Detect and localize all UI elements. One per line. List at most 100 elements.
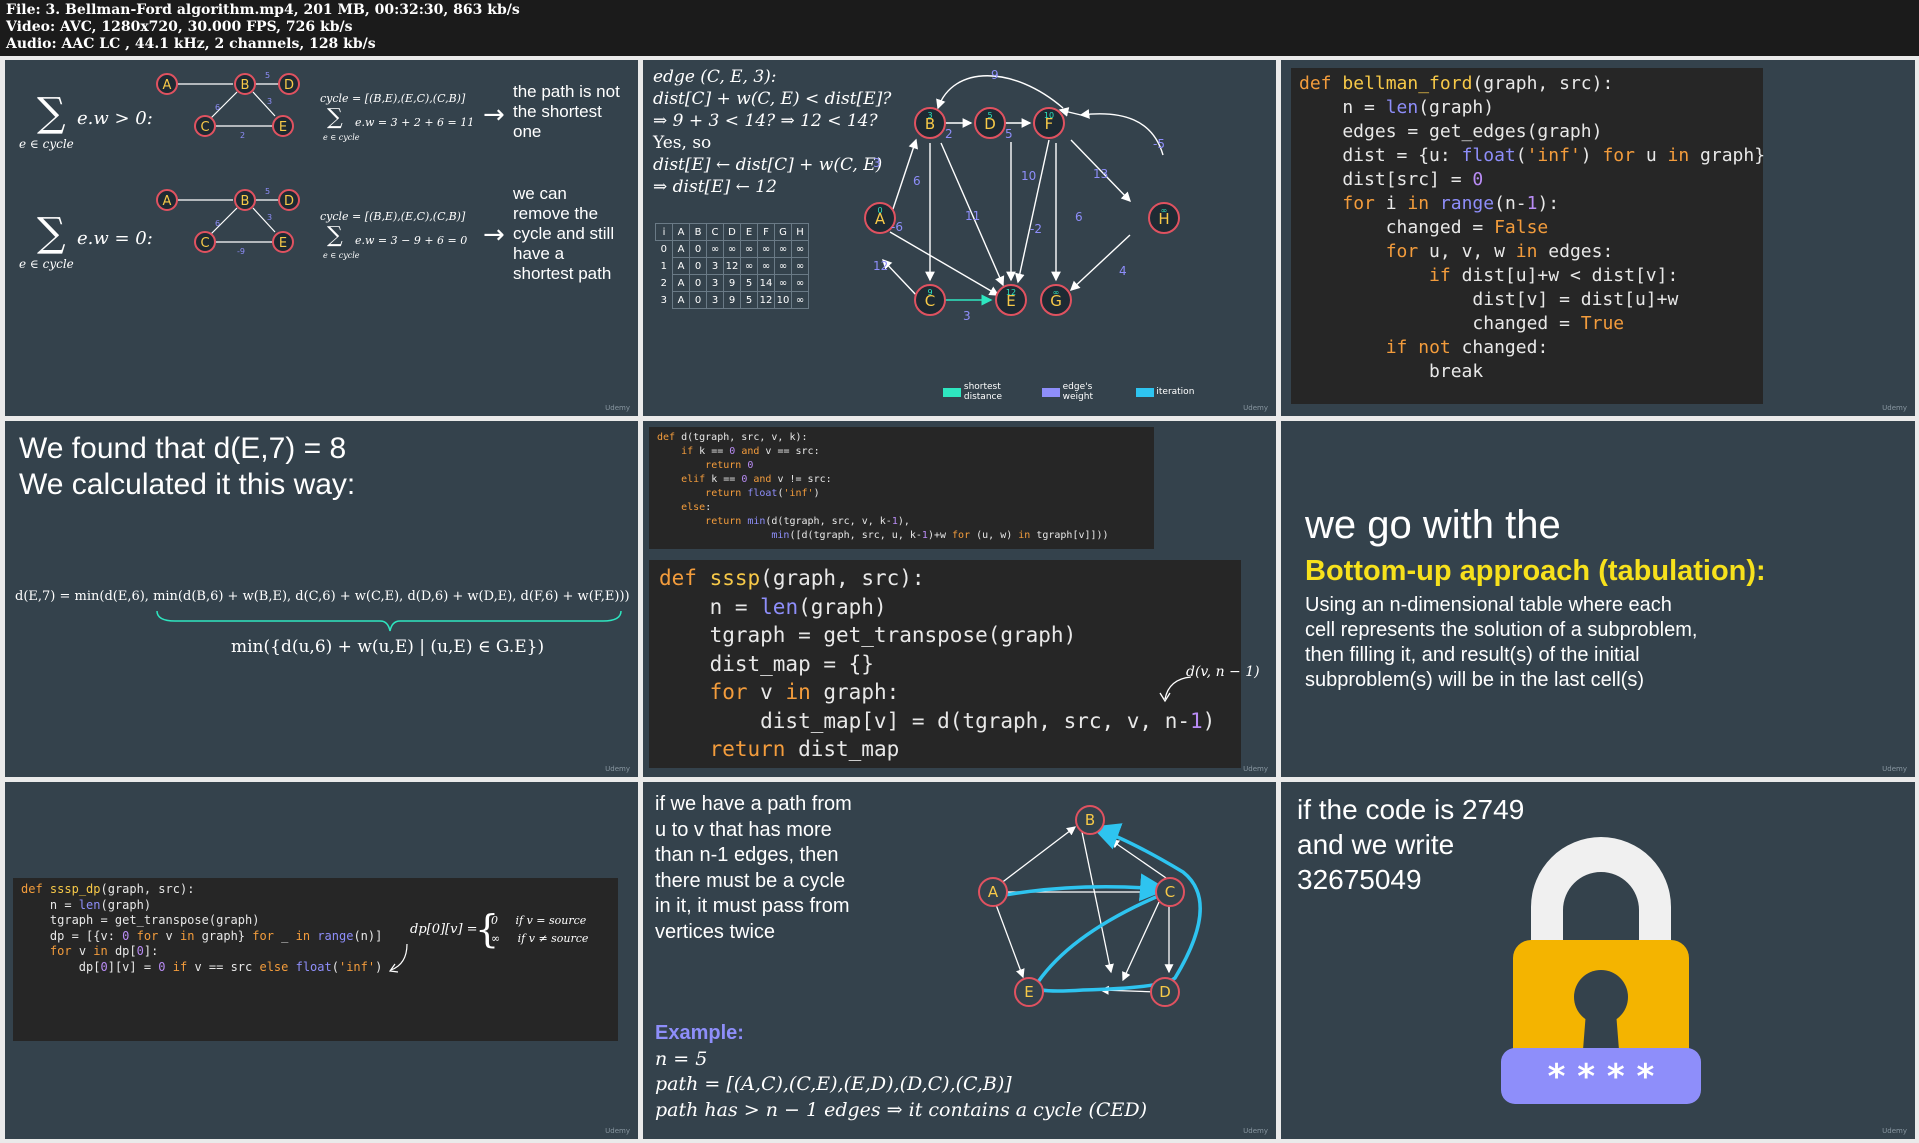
code-line: dist_map[v] = d(tgraph, src, v, n-1) [659, 708, 1216, 733]
table-header-cell: D [723, 223, 741, 241]
legend-swatch-iteration [1135, 387, 1154, 397]
table-cell: ∞ [740, 257, 758, 275]
padlock-icon: * * * * [1501, 837, 1701, 1104]
recursive-d-code: def d(tgraph, src, v, k): if k == 0 and … [649, 427, 1154, 549]
example-label: Example: [655, 1022, 744, 1044]
svg-text:2: 2 [240, 131, 245, 140]
code-line: n = len(graph) [1299, 97, 1495, 118]
cycle-graph: B A C E D [978, 805, 1202, 1007]
code-line: return min(d(tgraph, src, v, k-1), [705, 516, 910, 527]
panel-lock-analogy: if the code is 2749 and we write 32675049 … [1281, 782, 1915, 1139]
table-cell: 10 [774, 291, 792, 309]
svg-text:9: 9 [991, 68, 999, 82]
panel-bellman-ford-code: def bellman_ford(graph, src): n = len(gr… [1281, 60, 1915, 416]
sigma-symbol: ∑ [37, 90, 66, 136]
file-info: File: 3. Bellman-Ford algorithm.mp4, 201… [6, 2, 520, 18]
code-line: dist[v] = dist[u]+w [1299, 289, 1679, 310]
panel-cycle-example: if we have a path from u to v that has mo… [643, 782, 1276, 1139]
table-cell: ∞ [774, 274, 792, 292]
dp-case-source: 0 if v = source [491, 914, 587, 927]
panel-recurrence: We found that d(E,7) = 8 We calculated i… [5, 421, 638, 777]
svg-text:D: D [284, 194, 294, 209]
found-text: We found that d(E,7) = 8 [19, 432, 347, 465]
panel-positive-cycle: ∑ e ∈ cycle e.w > 0: A B D C E 6 3 2 5 cycle =… [5, 60, 638, 416]
table-cell: 5 [740, 274, 758, 292]
svg-text:10: 10 [1021, 169, 1036, 183]
svg-text:B: B [241, 78, 250, 93]
dp-case-not-source: ∞ if v ≠ source [491, 932, 589, 945]
example-n: n = 5 [655, 1048, 708, 1070]
sigma-small-1: ∑ [327, 105, 343, 130]
code-line: tgraph = get_transpose(graph) [659, 623, 1077, 647]
table-cell: 9 [723, 291, 741, 309]
calculated-text: We calculated it this way: [19, 468, 356, 501]
table-header-cell: F [757, 223, 775, 241]
svg-text:13: 13 [1093, 167, 1108, 181]
code-line: return dist_map [709, 737, 900, 761]
table-cell: ∞ [791, 274, 809, 292]
panel-sssp-dp: def sssp_dp(graph, src): n = len(graph) … [5, 782, 638, 1139]
svg-text:C: C [200, 236, 209, 251]
svg-text:6: 6 [1075, 210, 1083, 224]
table-cell: 0 [689, 257, 707, 275]
table-cell: A [672, 240, 690, 258]
node-e: E [1024, 983, 1033, 1001]
code-line: def bellman_ford(graph, src): [1299, 73, 1614, 94]
sigma-symbol-2: ∑ [37, 210, 66, 256]
node-distance-b: 3 [927, 111, 932, 120]
table-cell: ∞ [723, 240, 741, 258]
table-cell: A [672, 257, 690, 275]
call-note: d(v, n − 1) [1186, 664, 1260, 680]
watermark: Udemy [605, 765, 630, 773]
svg-text:E: E [279, 120, 287, 135]
watermark: Udemy [1243, 404, 1268, 412]
node-c: C [1165, 883, 1175, 901]
table-cell: 3 [660, 294, 667, 306]
table-cell: 0 [689, 274, 707, 292]
code-line: dist_map = {} [659, 651, 874, 676]
table-cell: 14 [757, 274, 775, 292]
table-cell: ∞ [757, 257, 775, 275]
svg-text:B: B [241, 194, 250, 209]
cycle-def-1: cycle = [(B,E),(E,C),(C,B)] [320, 92, 466, 105]
node-d: D [1159, 983, 1171, 1001]
svg-text:-5: -5 [1153, 137, 1165, 151]
table-cell: 2 [660, 277, 667, 289]
svg-text:-2: -2 [1030, 222, 1042, 236]
svg-text:12: 12 [873, 259, 888, 273]
underbrace [156, 610, 622, 632]
sum-subscript: e ∈ cycle [19, 137, 74, 151]
arrow-1: → [483, 100, 505, 130]
svg-text:A: A [163, 78, 172, 93]
table-cell: 12 [723, 257, 741, 275]
table-cell: ∞ [791, 240, 809, 258]
table-cell: 1 [660, 260, 667, 272]
node-distance-c: 9 [927, 288, 932, 297]
node-distance-g: ∞ [1053, 288, 1060, 297]
table-row: 0 A 0 ∞ ∞ ∞ ∞ ∞ ∞ [656, 240, 809, 258]
watermark: Udemy [605, 1127, 630, 1135]
password-stars: * * * * [1548, 1057, 1655, 1097]
svg-text:D: D [284, 78, 294, 93]
code-line: changed = False [1299, 217, 1549, 238]
table-cell: 0 [689, 291, 707, 309]
table-cell: 0 [689, 240, 707, 258]
sum-subscript-2: e ∈ cycle [19, 257, 74, 271]
svg-text:5: 5 [265, 71, 270, 80]
distance-table: i A B C D E F G H 0 A 0 ∞ ∞ ∞ ∞ ∞ ∞ 1 A 0 3 12 ∞ ∞ ∞ ∞ 2 A 0 3 9 5 14 ∞ ∞ 3 A… [655, 223, 809, 309]
cycle-subscript-1: e ∈ cycle [323, 133, 360, 142]
legend-label-weight: edge's weight [1062, 382, 1093, 402]
dp-note-arrow [388, 943, 408, 973]
svg-text:6: 6 [215, 103, 220, 112]
svg-text:C: C [200, 120, 209, 135]
code-line: return float('inf') [705, 488, 820, 499]
node-a: A [988, 883, 999, 901]
table-cell: 5 [740, 291, 758, 309]
panel-bottom-up: we go with the Bottom-up approach (tabul… [1281, 421, 1915, 777]
node-distance-e: 12 [1006, 288, 1016, 297]
code-line: def sssp_dp(graph, src): [21, 882, 195, 896]
svg-text:3: 3 [267, 97, 272, 106]
svg-text:3: 3 [267, 213, 272, 222]
code-line: min([d(tgraph, src, u, k-1)+w for (u, w)… [771, 530, 1109, 541]
table-cell: ∞ [774, 240, 792, 258]
